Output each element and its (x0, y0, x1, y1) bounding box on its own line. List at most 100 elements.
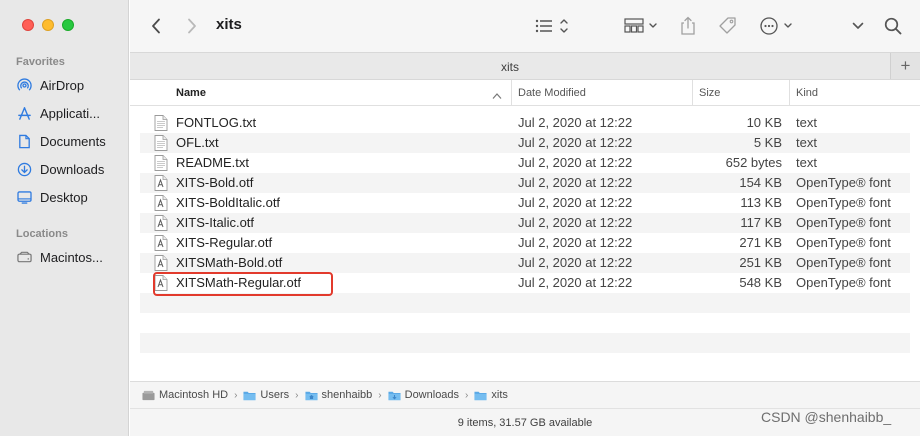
file-date-modified: Jul 2, 2020 at 12:22 (518, 195, 633, 210)
empty-row (140, 293, 910, 313)
applications-icon (16, 105, 32, 121)
sidebar-item-label: AirDrop (40, 77, 85, 93)
column-header-date[interactable]: Date Modified (511, 80, 691, 106)
path-crumb-users[interactable]: Users (243, 389, 289, 401)
file-name: README.txt (176, 155, 249, 170)
path-crumb-label: Users (260, 389, 290, 401)
share-icon[interactable] (676, 14, 700, 38)
watermark-text: CSDN @shenhaibb_ (761, 409, 892, 425)
tab-bar: xits + (130, 52, 920, 80)
path-crumb-label: shenhaibb (321, 389, 373, 401)
zoom-window-button[interactable] (62, 19, 74, 31)
list-view-button[interactable] (532, 14, 572, 38)
sidebar-item-documents[interactable]: Documents (16, 130, 126, 152)
file-kind: text (796, 135, 817, 150)
file-row[interactable]: OFL.txt Jul 2, 2020 at 12:22 5 KB text (140, 133, 910, 153)
chevron-down-icon[interactable] (848, 14, 868, 38)
disk-icon (16, 249, 32, 265)
sidebar-item-airdrop[interactable]: AirDrop (16, 74, 126, 96)
column-header-size[interactable]: Size (692, 80, 788, 106)
path-crumb-label: Downloads (404, 389, 460, 401)
search-icon[interactable] (882, 14, 904, 38)
column-header-name[interactable]: Name (170, 80, 510, 106)
file-date-modified: Jul 2, 2020 at 12:22 (518, 215, 633, 230)
file-row[interactable]: README.txt Jul 2, 2020 at 12:22 652 bytes t… (140, 153, 910, 173)
file-kind: text (796, 115, 817, 130)
file-name: OFL.txt (176, 135, 219, 150)
file-row[interactable]: XITS-BoldItalic.otf Jul 2, 2020 at 12:22 1… (140, 193, 910, 213)
sidebar-header-favorites: Favorites (16, 56, 65, 68)
sidebar-item-downloads[interactable]: Downloads (16, 158, 126, 180)
traffic-lights (22, 19, 74, 31)
file-size: 154 KB (739, 175, 782, 190)
sidebar-item-desktop[interactable]: Desktop (16, 186, 126, 208)
file-size: 10 KB (746, 115, 782, 130)
path-chevron-icon: › (465, 389, 469, 401)
path-chevron-icon: › (234, 389, 238, 401)
file-kind: OpenType® font (796, 175, 891, 190)
sidebar: Favorites AirDrop Applicati... Documents… (0, 0, 129, 436)
more-actions-button[interactable] (758, 14, 798, 38)
window-title: xits (216, 16, 242, 33)
forward-button[interactable] (182, 14, 202, 38)
desktop-icon (16, 189, 32, 205)
file-kind: OpenType® font (796, 215, 891, 230)
airdrop-icon (16, 77, 32, 93)
home-folder-icon (304, 390, 318, 401)
close-window-button[interactable] (22, 19, 34, 31)
tab-xits[interactable]: xits (130, 60, 890, 74)
selection-highlight-box (153, 272, 333, 296)
file-name: FONTLOG.txt (176, 115, 257, 130)
toolbar: xits (130, 0, 920, 52)
file-row[interactable]: XITS-Bold.otf Jul 2, 2020 at 12:22 154 KB O… (140, 173, 910, 193)
text-file-icon (154, 155, 168, 171)
file-row[interactable]: XITS-Italic.otf Jul 2, 2020 at 12:22 117 K… (140, 213, 910, 233)
file-date-modified: Jul 2, 2020 at 12:22 (518, 175, 633, 190)
font-file-icon (154, 215, 168, 231)
empty-row (140, 313, 910, 333)
path-chevron-icon: › (295, 389, 299, 401)
back-button[interactable] (146, 14, 166, 38)
group-by-button[interactable] (622, 14, 662, 38)
empty-row (140, 333, 910, 353)
file-row[interactable]: XITS-Regular.otf Jul 2, 2020 at 12:22 271 … (140, 233, 910, 253)
file-name: XITS-Bold.otf (176, 175, 254, 190)
file-row[interactable]: FONTLOG.txt Jul 2, 2020 at 12:22 10 KB text (140, 113, 910, 133)
sidebar-item-label: Applicati... (40, 105, 100, 121)
path-crumb-shenhaibb[interactable]: shenhaibb (304, 389, 373, 401)
file-kind: OpenType® font (796, 195, 891, 210)
sidebar-item-applications[interactable]: Applicati... (16, 102, 126, 124)
file-kind: OpenType® font (796, 235, 891, 250)
file-kind: OpenType® font (796, 255, 891, 270)
file-date-modified: Jul 2, 2020 at 12:22 (518, 275, 633, 290)
file-name: XITS-Regular.otf (176, 235, 273, 250)
sidebar-item-macintosh-hd[interactable]: Macintos... (16, 246, 126, 268)
path-bar: Macintosh HD › Users › shenhaibb › Downl… (130, 381, 920, 408)
path-crumb-xits[interactable]: xits (474, 389, 508, 401)
document-icon (16, 133, 32, 149)
column-header-row: Name Date Modified Size Kind (130, 80, 920, 106)
file-row[interactable]: XITSMath-Bold.otf Jul 2, 2020 at 12:22 251… (140, 253, 910, 273)
sidebar-header-locations: Locations (16, 228, 68, 240)
download-icon (16, 161, 32, 177)
sidebar-item-label: Macintos... (40, 249, 103, 265)
path-chevron-icon: › (378, 389, 382, 401)
file-name: XITS-Italic.otf (176, 215, 255, 230)
path-crumb-macintosh-hd[interactable]: Macintosh HD (142, 389, 228, 401)
minimize-window-button[interactable] (42, 19, 54, 31)
file-name: XITSMath-Bold.otf (176, 255, 283, 270)
font-file-icon (154, 175, 168, 191)
path-crumb-downloads[interactable]: Downloads (388, 389, 459, 401)
file-kind: text (796, 155, 817, 170)
column-header-kind[interactable]: Kind (789, 80, 920, 106)
file-name: XITS-BoldItalic.otf (176, 195, 281, 210)
downloads-folder-icon (388, 390, 401, 401)
file-kind: OpenType® font (796, 275, 891, 290)
font-file-icon (154, 255, 168, 271)
tag-icon[interactable] (716, 14, 740, 38)
file-size: 113 KB (740, 195, 782, 210)
sidebar-item-label: Documents (40, 133, 106, 149)
file-size: 548 KB (739, 275, 782, 290)
file-date-modified: Jul 2, 2020 at 12:22 (518, 155, 633, 170)
new-tab-button[interactable]: + (890, 53, 920, 79)
